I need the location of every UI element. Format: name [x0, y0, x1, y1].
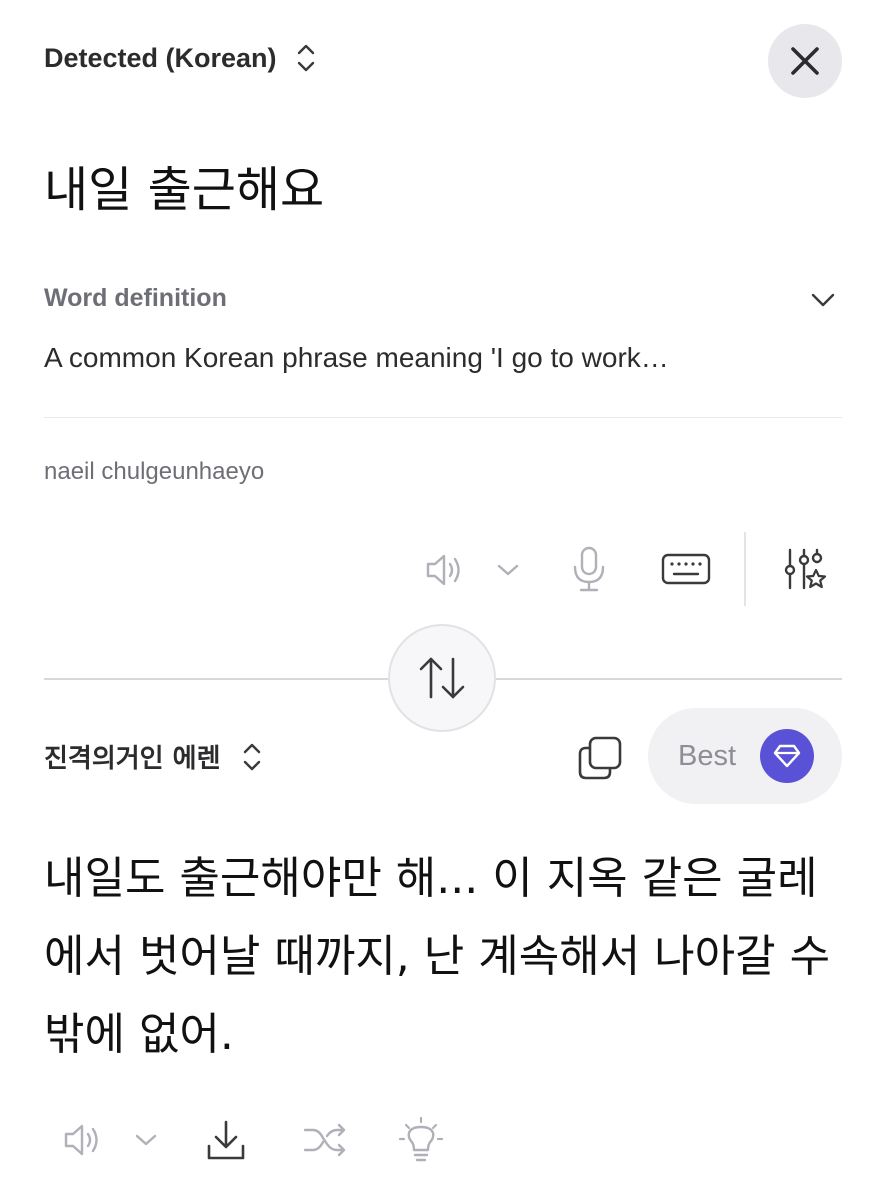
speaker-icon[interactable] — [62, 1120, 106, 1160]
section-divider-left — [44, 678, 390, 680]
target-language-label: 진격의거인 에렌 — [44, 744, 221, 774]
best-quality-button[interactable]: Best — [648, 708, 842, 804]
section-divider-right — [496, 678, 842, 680]
swap-languages-button[interactable] — [388, 624, 496, 732]
up-down-chevron-icon — [297, 44, 314, 72]
swap-icon — [419, 657, 465, 699]
microphone-icon[interactable] — [570, 545, 608, 595]
word-definition-text: A common Korean phrase meaning 'I go to … — [44, 342, 669, 373]
word-definition-title: Word definition — [44, 284, 227, 312]
gem-icon — [773, 744, 801, 768]
copy-icon[interactable] — [576, 734, 624, 782]
download-icon[interactable] — [204, 1118, 248, 1164]
speaker-chevron-down-icon[interactable] — [494, 558, 522, 582]
lightbulb-icon[interactable] — [398, 1116, 444, 1164]
speaker-chevron-down-icon[interactable] — [132, 1128, 160, 1152]
target-language-selector[interactable]: 진격의거인 에렌 — [44, 738, 263, 775]
source-text[interactable]: 내일 출근해요 — [44, 150, 324, 220]
close-icon — [791, 47, 819, 75]
keyboard-icon[interactable] — [660, 551, 712, 587]
shuffle-icon[interactable] — [302, 1120, 348, 1160]
chevron-down-icon[interactable] — [808, 286, 838, 314]
best-label: Best — [678, 739, 737, 772]
close-button[interactable] — [768, 24, 842, 98]
divider — [44, 417, 842, 418]
speaker-icon[interactable] — [424, 550, 468, 590]
romanization-text: naeil chulgeunhaeyo — [44, 458, 265, 485]
toolbar-separator — [744, 532, 746, 606]
translated-text[interactable]: 내일도 출근해야만 해... 이 지옥 같은 굴레에서 벗어날 때까지, 난 계… — [44, 840, 844, 1074]
source-language-label: Detected (Korean) — [44, 42, 277, 73]
sliders-star-icon[interactable] — [782, 546, 828, 594]
gem-badge — [760, 729, 814, 783]
source-language-selector[interactable]: Detected (Korean) — [44, 40, 317, 76]
up-down-chevron-icon — [243, 743, 260, 770]
